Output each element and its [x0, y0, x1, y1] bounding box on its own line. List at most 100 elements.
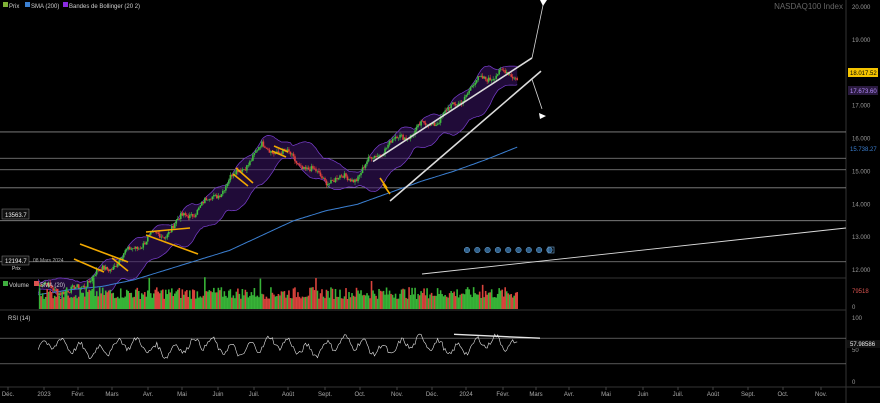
candle-body — [513, 77, 515, 79]
time-axis-label: Mai — [177, 392, 187, 398]
candle-body — [328, 183, 331, 184]
candle-body — [490, 80, 493, 81]
candle-body — [190, 213, 193, 215]
candle-body — [390, 140, 392, 143]
volume-bar — [312, 287, 314, 309]
volume-bar — [403, 289, 406, 309]
candle-body — [514, 77, 517, 79]
volume-bar — [508, 294, 511, 309]
volume-bar — [109, 289, 112, 309]
candle-body — [307, 167, 310, 170]
volume-bar — [127, 291, 130, 309]
candle-body — [499, 69, 502, 71]
candle-body — [469, 87, 472, 91]
rsi-tick-100: 100 — [852, 316, 863, 322]
volume-bar — [432, 295, 434, 309]
volume-bar — [259, 278, 262, 309]
candle-body — [62, 292, 65, 295]
event-marker-dot[interactable] — [536, 246, 543, 254]
volume-bar — [412, 294, 415, 309]
price-tick-label: 19.000 — [852, 38, 871, 44]
volume-bar — [292, 288, 295, 309]
candle-body — [163, 237, 166, 239]
volume-bar — [367, 295, 370, 309]
volume-bar — [421, 292, 424, 309]
candle-body — [127, 246, 130, 250]
candle-body — [193, 216, 196, 218]
volume-bar — [52, 298, 54, 309]
candle-body — [375, 155, 377, 158]
candle-body — [477, 76, 479, 81]
volume-bar — [430, 292, 433, 309]
candle-body — [300, 165, 302, 167]
event-marker-dot[interactable] — [515, 246, 522, 254]
candle-body — [204, 198, 206, 204]
volume-bar — [426, 288, 428, 309]
volume-bar — [164, 289, 167, 309]
legend-sma20[interactable]: SMA (20) — [40, 283, 65, 289]
legend-volume[interactable]: Volume — [9, 283, 30, 289]
legend-swatch-prix — [3, 2, 8, 7]
volume-bar — [198, 297, 200, 309]
price-tick-label: 20.000 — [852, 5, 871, 11]
volume-bar — [325, 289, 328, 309]
candle-body — [273, 153, 275, 155]
candle-body — [137, 248, 140, 250]
candle-body — [101, 265, 104, 270]
candle-body — [372, 157, 374, 159]
candle-body — [91, 277, 94, 282]
price-tick-label: 16.000 — [852, 137, 871, 143]
chart-background — [0, 0, 880, 403]
volume-bar — [462, 293, 464, 309]
event-marker-dot[interactable] — [474, 246, 481, 254]
candle-body — [463, 96, 466, 102]
candle-body — [249, 161, 251, 166]
candle-body — [110, 269, 113, 270]
candle-body — [415, 126, 418, 131]
event-marker-dot[interactable] — [525, 246, 532, 254]
volume-bar — [222, 296, 224, 309]
volume-bar — [196, 291, 199, 309]
candle-body — [309, 169, 311, 171]
volume-bar — [146, 290, 149, 309]
volume-bar — [199, 296, 202, 309]
candle-body — [345, 173, 347, 177]
legend-prix[interactable]: Prix — [9, 4, 19, 10]
volume-bar — [73, 296, 75, 309]
volume-bar — [70, 297, 72, 309]
volume-bar — [348, 292, 350, 309]
volume-bar — [300, 298, 302, 309]
volume-bar — [337, 296, 340, 309]
volume-bar — [235, 291, 238, 309]
candle-body — [465, 94, 467, 97]
candle-body — [213, 195, 215, 197]
candle-body — [92, 275, 95, 278]
candle-body — [192, 213, 194, 217]
event-marker-dot[interactable] — [546, 246, 553, 254]
candle-body — [336, 177, 338, 180]
volume-bar — [110, 293, 113, 309]
event-marker-dot[interactable] — [463, 246, 471, 254]
event-marker-dot[interactable] — [505, 246, 512, 254]
candle-body — [310, 166, 313, 171]
volume-bar — [301, 296, 304, 309]
event-marker-dot[interactable] — [484, 246, 491, 254]
candle-body — [220, 194, 223, 198]
time-axis-label: Févr. — [71, 392, 85, 398]
volume-bar — [214, 292, 217, 309]
volume-bar — [474, 293, 476, 309]
candle-body — [394, 136, 397, 139]
event-markers[interactable] — [463, 246, 555, 254]
legend-sma200[interactable]: SMA (200) — [31, 4, 59, 10]
event-marker-dot[interactable] — [494, 246, 501, 254]
legend-bollinger[interactable]: Bandes de Bollinger (20 2) — [69, 4, 140, 10]
candle-body — [385, 147, 388, 149]
volume-bar — [157, 291, 160, 309]
candle-body — [214, 194, 217, 196]
volume-bar — [354, 296, 356, 309]
candle-body — [124, 250, 127, 254]
volume-bar — [328, 297, 331, 309]
volume-bar — [205, 291, 208, 309]
rsi-tick-50: 50 — [852, 348, 859, 354]
volume-bar — [202, 295, 205, 309]
